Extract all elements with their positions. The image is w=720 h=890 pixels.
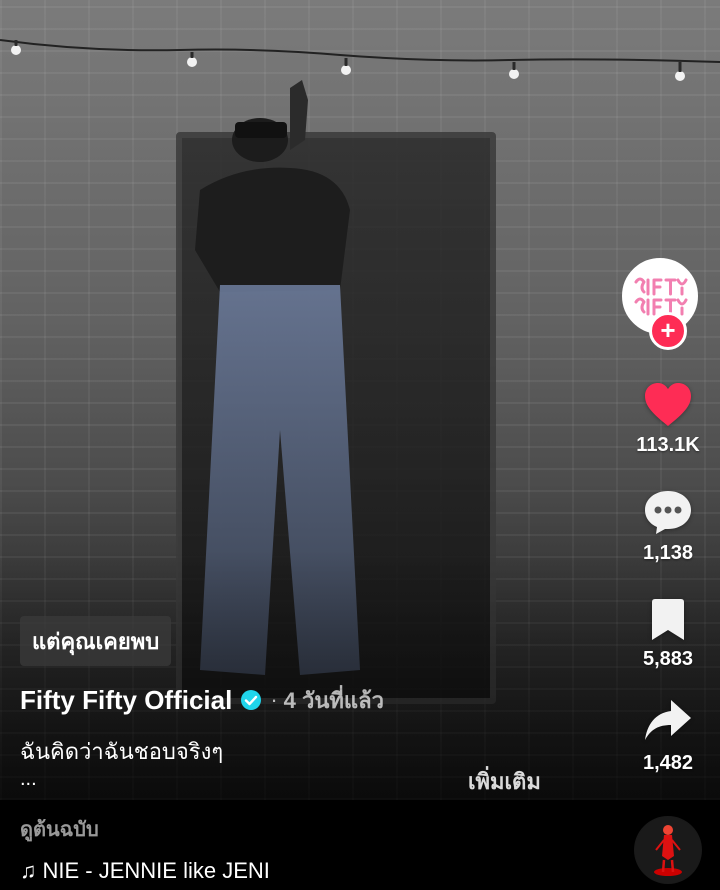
- share-count: 1,482: [642, 752, 694, 774]
- author-row: Fifty Fifty Official · 4 วันที่แล้ว: [20, 682, 384, 718]
- music-note-icon: ♫: [20, 858, 37, 883]
- music-info[interactable]: ♫ NIE - JENNIE like JENI: [20, 855, 340, 887]
- share-arrow-icon: [645, 700, 691, 740]
- like-count: 113.1K: [636, 434, 700, 456]
- heart-icon: [645, 383, 691, 426]
- music-disc[interactable]: [634, 816, 702, 884]
- comment-button[interactable]: 1,138: [628, 488, 708, 565]
- music-disc-cover-icon: [635, 817, 701, 883]
- post-caption: ฉันคิดว่าฉันชอบจริงๆ: [20, 739, 224, 764]
- save-count: 5,883: [642, 648, 694, 670]
- follow-button[interactable]: +: [649, 312, 687, 350]
- share-button[interactable]: 1,482: [628, 698, 708, 775]
- comment-icon: [645, 491, 691, 534]
- music-track-name: NIE - JENNIE like JENI: [42, 858, 270, 883]
- verified-badge-icon: [241, 690, 262, 710]
- save-button[interactable]: 5,883: [628, 598, 708, 671]
- video-player[interactable]: [0, 0, 720, 800]
- effect-chip[interactable]: แต่คุณเคยพบ: [20, 616, 172, 666]
- plus-icon: +: [660, 315, 676, 345]
- post-time: 4 วันที่แล้ว: [283, 687, 384, 713]
- caption-ellipsis: ...: [20, 768, 37, 790]
- like-button[interactable]: 113.1K: [628, 382, 708, 457]
- comment-count: 1,138: [642, 542, 694, 564]
- author-name[interactable]: Fifty Fifty Official: [20, 685, 232, 716]
- bookmark-icon: [652, 599, 684, 640]
- more-link[interactable]: เพิ่มเติม: [468, 764, 541, 799]
- view-original-link[interactable]: ดูต้นฉบับ: [20, 813, 99, 845]
- separator-dot: ·: [270, 687, 278, 712]
